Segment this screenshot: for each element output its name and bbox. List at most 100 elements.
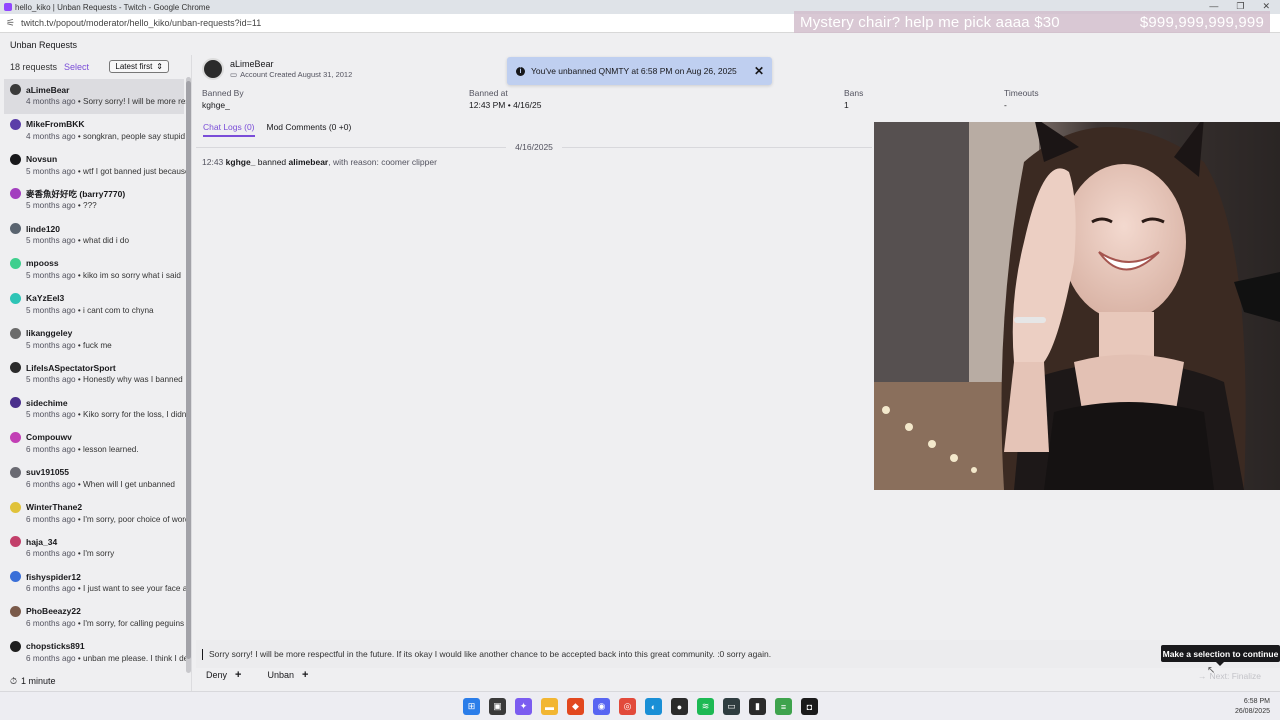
capture-icon[interactable]: ◘ [801,698,818,715]
request-username: mpooss [26,258,59,269]
page-header: Unban Requests [0,34,1280,55]
url-text[interactable]: twitch.tv/popout/moderator/hello_kiko/un… [21,18,261,28]
detail-username[interactable]: aLimeBear [230,59,352,69]
avatar [10,223,21,235]
notepad-icon[interactable]: ≡ [775,698,792,715]
request-preview: 6 months ago • unban me please. I think … [10,654,190,663]
request-preview: 4 months ago • songkran, people say stup… [10,132,190,141]
tab-chat-logs[interactable]: Chat Logs (0) [203,122,255,137]
start-icon[interactable]: ⊞ [463,698,480,715]
request-username: KaYzEel3 [26,293,65,304]
avatar [10,188,21,200]
banned-by-value: kghge_ [202,100,230,110]
obs-icon[interactable]: ● [671,698,688,715]
request-list-item[interactable]: likanggeley 5 months ago • fuck me [4,323,184,358]
decision-actions: Deny + Unban + [200,667,314,683]
request-list-item[interactable]: Compouwv 6 months ago • lesson learned. [4,427,184,462]
unban-label: Unban [267,670,294,680]
file-explorer-icon[interactable]: ▬ [541,698,558,715]
app-icon[interactable]: ▮ [749,698,766,715]
request-message-preview: kiko im so sorry what i said [83,270,181,280]
sidebar-scrollbar[interactable] [186,77,191,673]
task-view-icon[interactable]: ▣ [489,698,506,715]
request-list-item[interactable]: KaYzEel3 5 months ago • i cant com to chy… [4,288,184,323]
request-message-preview: I'm sorry [83,549,115,559]
spotify-icon[interactable]: ≋ [697,698,714,715]
banned-at-label: Banned at [469,88,508,98]
avatar [10,84,21,95]
request-list-item[interactable]: chopsticks891 6 months ago • unban me ple… [4,636,190,671]
deny-button[interactable]: Deny + [200,667,247,683]
scrollbar-thumb[interactable] [186,81,191,659]
request-list-item[interactable]: LifeIsASpectatorSport 5 months ago • Hone… [4,357,184,392]
selection-tooltip: Make a selection to continue [1161,645,1280,666]
request-list-item[interactable]: linde120 5 months ago • what did i do [4,218,184,253]
info-icon: i [516,66,525,76]
avatar[interactable] [202,58,224,80]
request-age: 5 months ago [26,201,76,211]
request-username: 麥香魚好好吃 (barry7770) [26,188,126,199]
log-moderator[interactable]: kghge_ [226,157,256,167]
request-message-preview: fuck me [83,340,112,350]
avatar [10,431,21,443]
terminal-icon[interactable]: ▭ [723,698,740,715]
discord-icon[interactable]: ◉ [593,698,610,715]
request-list-item[interactable]: MikeFromBKK 4 months ago • songkran, peop… [4,114,190,149]
request-list-item[interactable]: mpooss 5 months ago • kiko im so sorry wh… [4,253,184,288]
request-header: LifeIsASpectatorSport [10,361,180,374]
request-preview: 6 months ago • I'm sorry [26,549,115,559]
divider-line [562,147,872,148]
request-message-bar: Sorry sorry! I will be more respectful i… [196,640,1280,668]
request-age: 5 months ago [26,236,76,246]
request-preview: 6 months ago • I just want to see your f… [10,584,190,593]
sidebar-footer[interactable]: ⏱ 1 minute [0,671,192,691]
chrome-icon[interactable]: ◎ [619,698,636,715]
deny-plus-icon[interactable]: + [235,669,241,681]
timer-icon: ⏱ [10,675,18,686]
request-list-item[interactable]: Novsun 5 months ago • wtf I got banned ju… [4,149,190,184]
request-header: Novsun [10,153,180,166]
request-list-item[interactable]: WinterThane2 6 months ago • I'm sorry, po… [4,497,190,532]
request-username: PhoBeeazy22 [26,606,81,617]
request-message-preview: songkran, people say stupid things [83,131,190,141]
request-list-item[interactable]: suv191055 6 months ago • When will I get … [4,462,184,497]
log-target[interactable]: alimebear [289,157,329,167]
unban-button[interactable]: Unban + [261,667,314,683]
avatar [10,571,21,583]
log-timestamp: 12:43 [202,157,224,167]
brave-icon[interactable]: ◆ [567,698,584,715]
request-message-preview: i cant com to chyna [83,305,154,315]
request-list-item[interactable]: fishyspider12 6 months ago • I just want … [4,566,190,601]
request-list-item[interactable]: sidechime 5 months ago • Kiko sorry for t… [4,392,190,427]
request-preview: 5 months ago • wtf I got banned just bec… [26,166,190,176]
request-username: likanggeley [26,328,73,339]
close-icon[interactable]: ✕ [754,64,764,78]
bans-info: Bans 1 [844,88,863,110]
request-list-item[interactable]: 麥香魚好好吃 (barry7770) 5 months ago • ??? [4,183,184,218]
unban-toast: i You've unbanned QNMTY at 6:58 PM on Au… [507,57,772,85]
request-username: chopsticks891 [26,641,85,652]
timeouts-info: Timeouts - [1004,88,1039,110]
edge-icon[interactable]: ◐ [645,698,662,715]
copilot-icon[interactable]: ✦ [515,698,532,715]
sort-dropdown[interactable]: Latest first ⇕ [109,60,169,73]
request-list-item[interactable]: PhoBeeazy22 6 months ago • I'm sorry, for… [4,601,184,636]
request-preview: 5 months ago • what did i do [26,236,130,246]
request-header: WinterThane2 [10,501,180,514]
site-settings-icon[interactable]: ⚟ [6,18,15,29]
system-clock[interactable]: 6:58 PM 26/08/2025 [1235,697,1270,717]
request-list-item[interactable]: aLimeBear 4 months ago • Sorry sorry! I w… [4,79,190,114]
avatar [10,397,21,409]
request-message-preview: I'm sorry, for calling peguins [83,618,185,628]
sidebar-toolbar: 18 requests Select Latest first ⇕ [0,55,191,78]
avatar [10,362,21,374]
unban-plus-icon[interactable]: + [302,669,308,681]
banned-at-info: Banned at 12:43 PM • 4/16/25 [469,88,541,110]
request-list-item[interactable]: haja_34 6 months ago • I'm sorry [4,531,184,566]
request-preview: 5 months ago • Kiko sorry for the loss, … [10,410,190,419]
log-reason-label: , with reason: [328,157,379,167]
request-message-preview: When will I get unbanned [83,479,175,489]
select-link[interactable]: Select [64,62,89,72]
tab-mod-comments[interactable]: Mod Comments (0 +0) [267,122,352,137]
request-username: haja_34 [26,536,58,547]
